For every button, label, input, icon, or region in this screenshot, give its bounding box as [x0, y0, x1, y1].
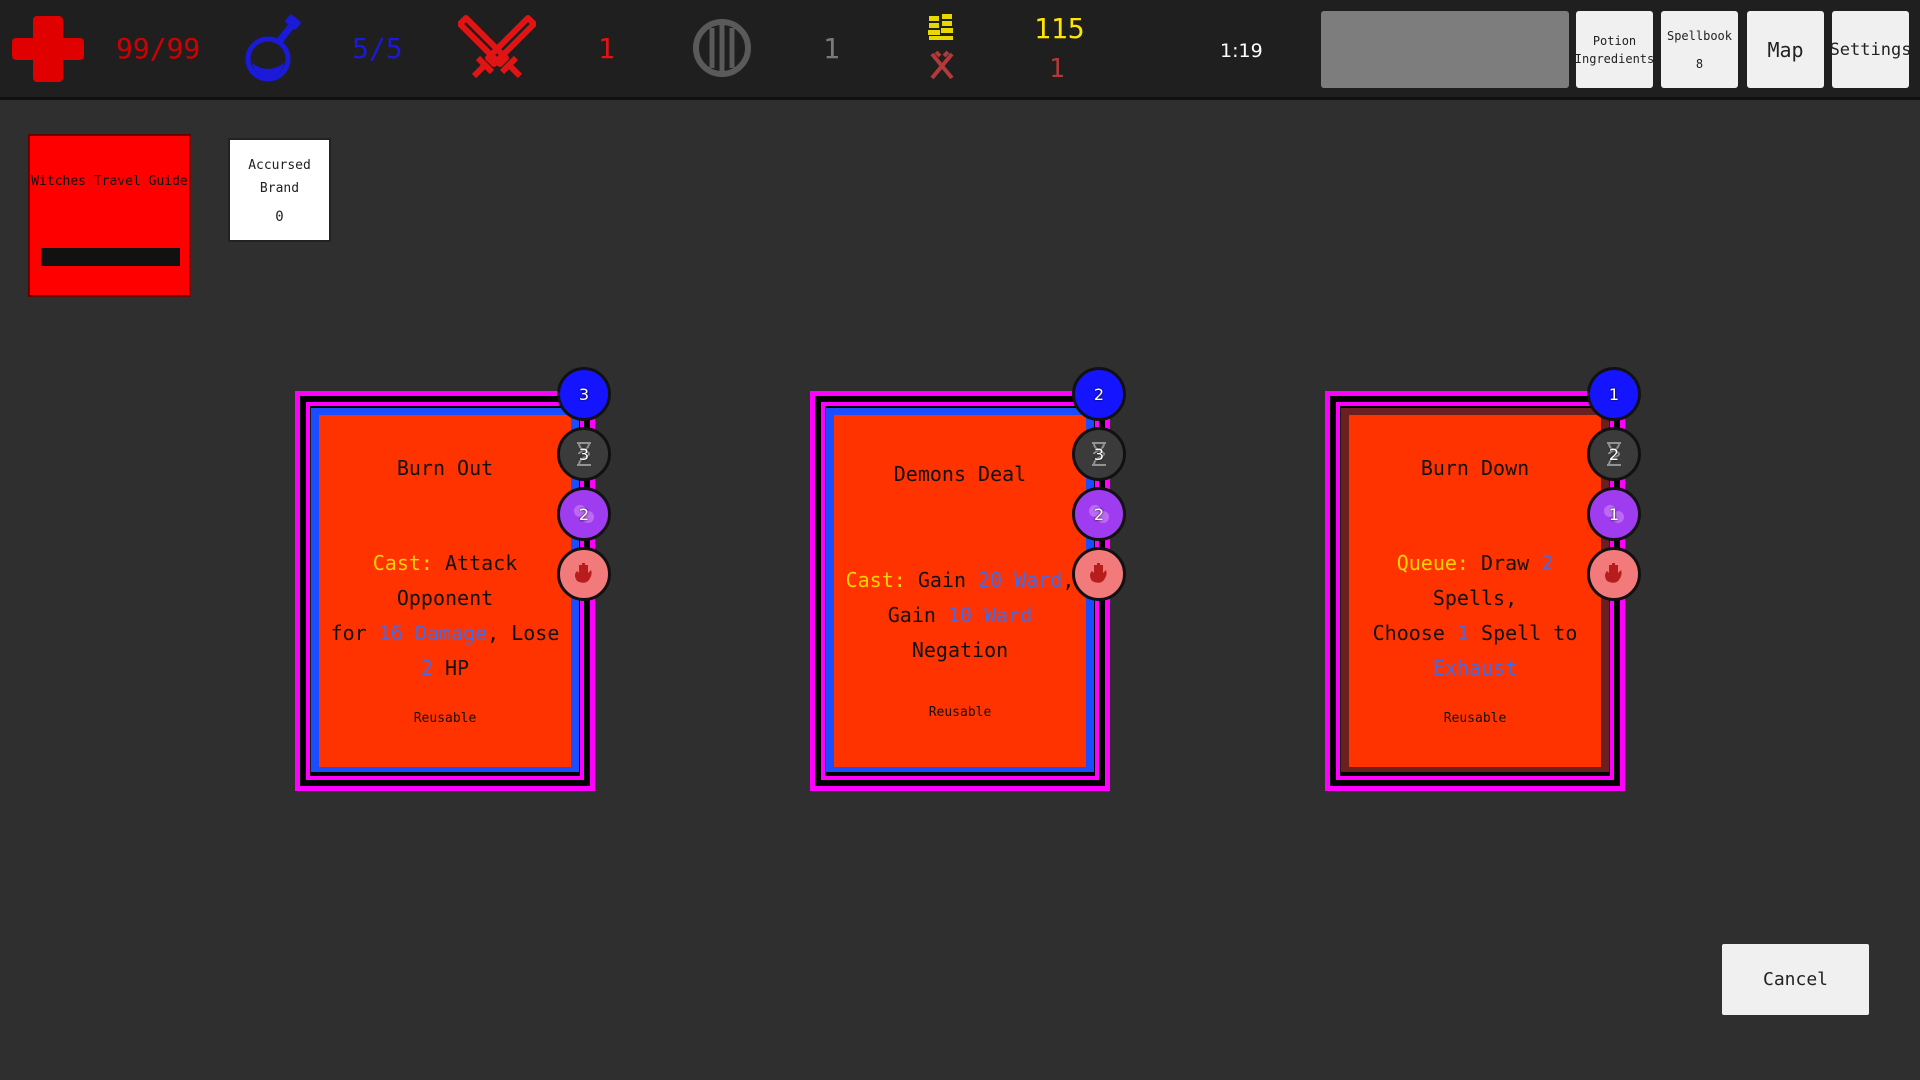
hand-icon [1605, 563, 1622, 583]
potion-ingredients-button[interactable]: Potion Ingredients [1574, 11, 1655, 88]
spellbook-label: Spellbook [1666, 28, 1733, 43]
charge-badge: 2 [557, 487, 611, 541]
mana-cost-badge: 2 [1072, 367, 1126, 421]
cancel-label: Cancel [1762, 969, 1829, 990]
charge-badge: 1 [1587, 487, 1641, 541]
potion-ingredients-label-1: Potion [1592, 33, 1637, 48]
run-timer: 1:19 [1220, 40, 1263, 62]
spellbook-button[interactable]: Spellbook 8 [1661, 11, 1738, 88]
relic-title: Witches Travel Guide [31, 174, 188, 189]
accursed-brand-relic[interactable]: Accursed Brand 0 [228, 138, 331, 242]
curse-value: 1 [1049, 54, 1065, 84]
health-cross-icon [12, 16, 84, 82]
card-footer: Reusable [1443, 711, 1507, 726]
fire-hand-badge [1072, 547, 1126, 601]
hand-icon [1090, 563, 1107, 583]
mana-cost-badge: 1 [1587, 367, 1641, 421]
top-hud-bar: 99/99 5/5 1 1 115 1 1:19 Potion Ingredie… [0, 0, 1920, 100]
card-description: Cast: Gain 20 Ward, Gain 10 Ward Negatio… [845, 568, 1075, 662]
fire-hand-badge [557, 547, 611, 601]
relic-count: 0 [275, 209, 284, 225]
potion-ingredients-label-2: Ingredients [1574, 51, 1655, 66]
witches-travel-guide-relic[interactable]: Witches Travel Guide [28, 134, 191, 297]
mana-value: 5/5 [352, 32, 403, 65]
relic-name-line2: Brand [259, 181, 300, 196]
time-cost-badge: 2 [1587, 427, 1641, 481]
map-label: Map [1767, 37, 1804, 62]
relic-name-line1: Accursed [248, 158, 311, 173]
card-title: Burn Out [396, 456, 494, 480]
attack-value: 1 [598, 32, 615, 65]
time-cost-badge: 3 [1072, 427, 1126, 481]
curse-icon [930, 50, 954, 80]
card-title: Demons Deal [893, 462, 1027, 486]
spell-card-demons-deal[interactable]: Demons Deal Cast: Gain 20 Ward, Gain 10 … [810, 391, 1114, 791]
shield-icon [693, 19, 751, 77]
mana-potion-icon [245, 14, 301, 82]
gold-coins-icon [928, 14, 953, 40]
settings-label: Settings [1829, 39, 1912, 60]
card-footer: Reusable [413, 711, 477, 726]
map-button[interactable]: Map [1747, 11, 1824, 88]
card-description: Queue: Draw 2 Spells, Choose 1 Spell to … [1372, 551, 1578, 680]
time-cost-badge: 3 [557, 427, 611, 481]
spell-card-burn-down[interactable]: Burn Down Queue: Draw 2 Spells, Choose 1… [1325, 391, 1629, 791]
top-empty-panel [1321, 11, 1569, 88]
card-footer: Reusable [928, 705, 992, 720]
spellbook-count: 8 [1695, 56, 1704, 71]
cancel-button[interactable]: Cancel [1722, 944, 1869, 1015]
gold-value: 115 [1034, 12, 1085, 45]
fire-hand-badge [1587, 547, 1641, 601]
hp-value: 99/99 [116, 32, 201, 65]
hand-icon [575, 563, 592, 583]
shield-value: 1 [823, 32, 840, 65]
crossed-swords-icon [458, 15, 536, 79]
spell-card-burn-out[interactable]: Burn Out Cast: Attack Opponent for 16 Da… [295, 391, 599, 791]
settings-button[interactable]: Settings [1829, 11, 1912, 88]
card-description: Cast: Attack Opponent for 16 Damage, Los… [330, 551, 560, 680]
card-title: Burn Down [1420, 456, 1530, 480]
charge-badge: 2 [1072, 487, 1126, 541]
relic-progress-bar [41, 248, 180, 266]
mana-cost-badge: 3 [557, 367, 611, 421]
